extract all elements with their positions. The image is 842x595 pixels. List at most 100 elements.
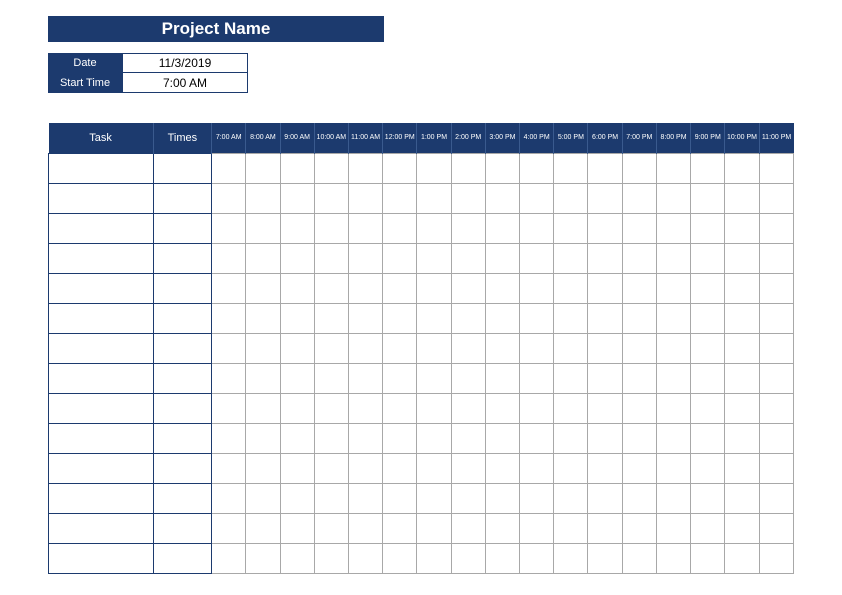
hour-cell[interactable] [280,483,314,513]
hour-cell[interactable] [246,303,280,333]
hour-cell[interactable] [212,273,246,303]
hour-cell[interactable] [588,183,622,213]
hour-cell[interactable] [656,513,690,543]
hour-cell[interactable] [691,243,725,273]
hour-cell[interactable] [280,213,314,243]
times-cell[interactable] [153,183,211,213]
hour-cell[interactable] [759,363,793,393]
hour-cell[interactable] [656,213,690,243]
hour-cell[interactable] [656,453,690,483]
hour-cell[interactable] [417,213,451,243]
hour-cell[interactable] [725,213,759,243]
hour-cell[interactable] [725,153,759,183]
hour-cell[interactable] [588,423,622,453]
hour-cell[interactable] [759,333,793,363]
hour-cell[interactable] [417,273,451,303]
hour-cell[interactable] [348,213,382,243]
task-cell[interactable] [49,393,154,423]
hour-cell[interactable] [691,393,725,423]
hour-cell[interactable] [348,423,382,453]
hour-cell[interactable] [383,423,417,453]
hour-cell[interactable] [451,423,485,453]
hour-cell[interactable] [417,423,451,453]
hour-cell[interactable] [656,393,690,423]
hour-cell[interactable] [725,243,759,273]
hour-cell[interactable] [246,393,280,423]
hour-cell[interactable] [212,483,246,513]
hour-cell[interactable] [417,183,451,213]
hour-cell[interactable] [383,453,417,483]
hour-cell[interactable] [588,513,622,543]
hour-cell[interactable] [691,453,725,483]
hour-cell[interactable] [725,303,759,333]
hour-cell[interactable] [622,303,656,333]
hour-cell[interactable] [759,543,793,573]
times-cell[interactable] [153,273,211,303]
task-cell[interactable] [49,423,154,453]
hour-cell[interactable] [212,153,246,183]
hour-cell[interactable] [691,303,725,333]
hour-cell[interactable] [725,543,759,573]
hour-cell[interactable] [588,453,622,483]
hour-cell[interactable] [520,423,554,453]
hour-cell[interactable] [520,513,554,543]
hour-cell[interactable] [622,453,656,483]
hour-cell[interactable] [520,333,554,363]
hour-cell[interactable] [451,543,485,573]
hour-cell[interactable] [348,483,382,513]
hour-cell[interactable] [725,183,759,213]
hour-cell[interactable] [485,543,519,573]
hour-cell[interactable] [212,333,246,363]
hour-cell[interactable] [554,183,588,213]
times-cell[interactable] [153,213,211,243]
hour-cell[interactable] [554,483,588,513]
hour-cell[interactable] [246,153,280,183]
hour-cell[interactable] [383,513,417,543]
hour-cell[interactable] [554,273,588,303]
hour-cell[interactable] [656,273,690,303]
hour-cell[interactable] [280,243,314,273]
hour-cell[interactable] [314,513,348,543]
hour-cell[interactable] [348,243,382,273]
hour-cell[interactable] [588,393,622,423]
hour-cell[interactable] [212,243,246,273]
hour-cell[interactable] [622,213,656,243]
hour-cell[interactable] [280,513,314,543]
hour-cell[interactable] [383,393,417,423]
hour-cell[interactable] [383,153,417,183]
hour-cell[interactable] [451,483,485,513]
hour-cell[interactable] [314,183,348,213]
hour-cell[interactable] [280,423,314,453]
hour-cell[interactable] [520,393,554,423]
hour-cell[interactable] [314,393,348,423]
hour-cell[interactable] [348,183,382,213]
hour-cell[interactable] [212,303,246,333]
hour-cell[interactable] [314,363,348,393]
hour-cell[interactable] [417,363,451,393]
hour-cell[interactable] [656,483,690,513]
hour-cell[interactable] [622,183,656,213]
hour-cell[interactable] [588,363,622,393]
hour-cell[interactable] [588,303,622,333]
hour-cell[interactable] [280,333,314,363]
hour-cell[interactable] [348,153,382,183]
task-cell[interactable] [49,513,154,543]
hour-cell[interactable] [246,183,280,213]
hour-cell[interactable] [725,333,759,363]
hour-cell[interactable] [451,243,485,273]
hour-cell[interactable] [212,543,246,573]
hour-cell[interactable] [246,543,280,573]
hour-cell[interactable] [280,183,314,213]
hour-cell[interactable] [691,183,725,213]
hour-cell[interactable] [485,453,519,483]
hour-cell[interactable] [417,303,451,333]
hour-cell[interactable] [246,483,280,513]
hour-cell[interactable] [520,483,554,513]
hour-cell[interactable] [383,273,417,303]
hour-cell[interactable] [348,453,382,483]
hour-cell[interactable] [622,483,656,513]
hour-cell[interactable] [348,363,382,393]
task-cell[interactable] [49,333,154,363]
times-cell[interactable] [153,303,211,333]
hour-cell[interactable] [759,393,793,423]
